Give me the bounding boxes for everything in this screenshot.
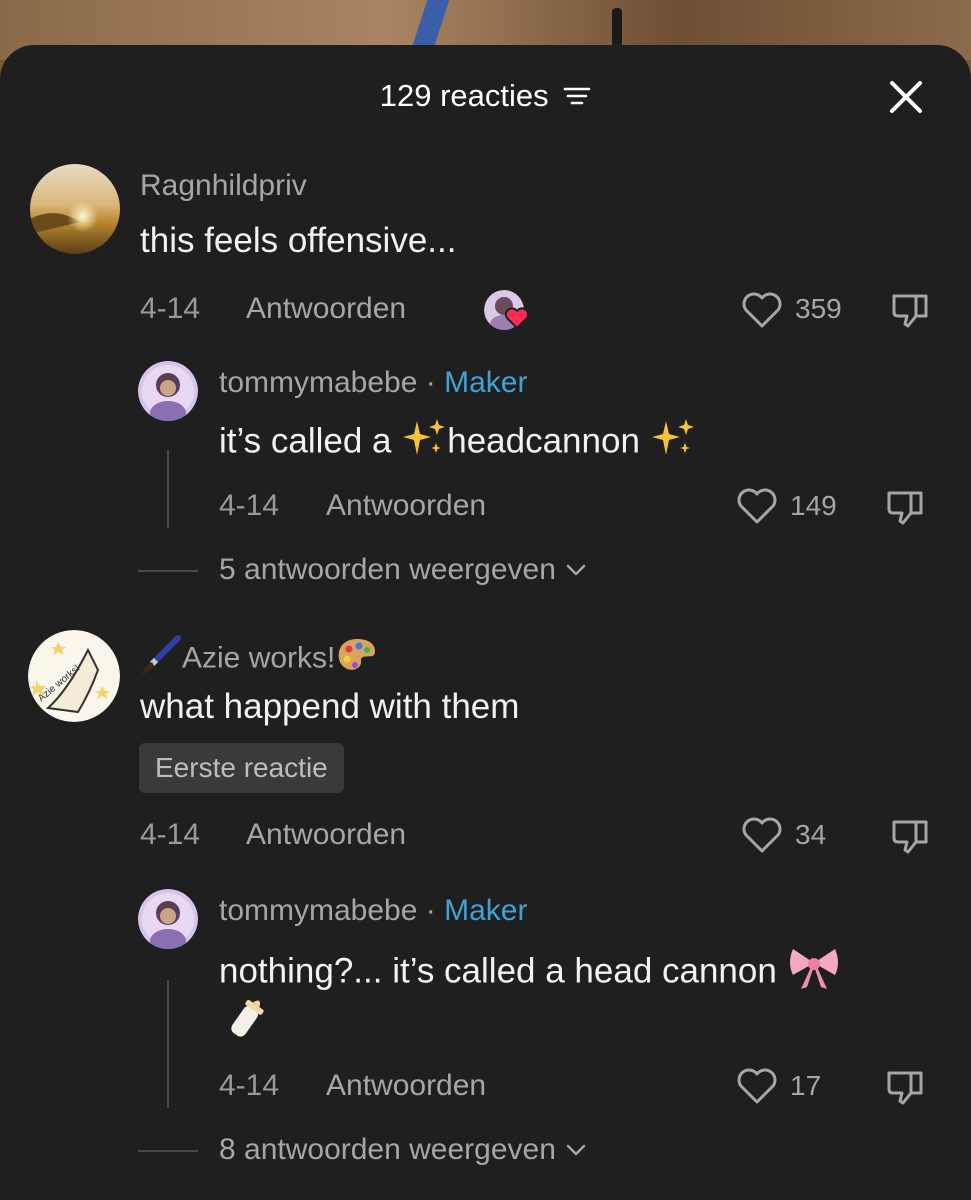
reply-username-name[interactable]: tommymabebe: [219, 366, 417, 399]
dislike-icon[interactable]: [883, 485, 927, 534]
chevron-down-icon: [564, 553, 588, 589]
comment-username[interactable]: Ragnhildpriv: [140, 168, 307, 204]
reply-button[interactable]: Antwoorden: [246, 817, 406, 853]
reply-username[interactable]: tommymabebe · Maker: [219, 893, 527, 929]
view-replies-button[interactable]: 5 antwoorden weergeven: [219, 552, 588, 589]
like-count: 149: [790, 490, 837, 521]
view-replies-label: 8 antwoorden weergeven: [219, 1133, 556, 1166]
comment-text: what happend with them: [140, 687, 520, 726]
avatar[interactable]: [138, 889, 198, 949]
view-replies-line: [138, 570, 198, 572]
comment-username-name[interactable]: Azie works!: [182, 641, 335, 674]
heart-icon[interactable]: [740, 290, 784, 335]
separator-dot: ·: [417, 894, 445, 927]
comment-date: 4-14: [140, 818, 201, 851]
like-count: 34: [795, 819, 827, 850]
thread-line: [167, 450, 169, 528]
reply-username[interactable]: tommymabebe · Maker: [219, 365, 527, 401]
view-replies-line: [138, 1150, 198, 1152]
separator-dot: ·: [417, 366, 445, 399]
comment-text: this feels offensive...: [140, 221, 457, 260]
reply-text-part: headcannon: [447, 421, 640, 461]
close-icon[interactable]: [886, 77, 926, 117]
creator-heart-icon: [504, 306, 530, 335]
video-background-detail: [612, 8, 622, 48]
bow-icon: [787, 945, 841, 1001]
dislike-icon[interactable]: [888, 288, 932, 337]
reply-date: 4-14: [219, 489, 280, 522]
like-count: 17: [790, 1070, 822, 1101]
sparkles-icon: [401, 417, 447, 469]
comment-date: 4-14: [140, 292, 201, 325]
comments-sheet: [0, 45, 971, 1200]
heart-icon[interactable]: [740, 815, 784, 860]
reply-button[interactable]: Antwoorden: [326, 1068, 486, 1104]
heart-icon[interactable]: [735, 486, 779, 531]
reply-text-part: it’s called a: [219, 421, 402, 461]
sparkles-icon: [650, 417, 696, 469]
reply-text: it’s called a headcannon: [219, 417, 696, 469]
view-replies-label: 5 antwoorden weergeven: [219, 553, 556, 586]
thread-line: [167, 980, 169, 1108]
filter-icon[interactable]: [563, 80, 591, 116]
comments-header[interactable]: 129 reacties: [0, 78, 971, 116]
avatar[interactable]: Azie works!: [28, 630, 120, 722]
comment-username[interactable]: Azie works!: [140, 634, 379, 685]
reply-text-line: nothing?... it’s called a head cannon: [219, 951, 777, 991]
view-replies-button[interactable]: 8 antwoorden weergeven: [219, 1132, 588, 1169]
palette-icon: [335, 635, 379, 684]
reply-text: nothing?... it’s called a head cannon: [219, 945, 841, 1001]
avatar[interactable]: [138, 361, 198, 421]
dislike-icon[interactable]: [883, 1065, 927, 1114]
baby-bottle-icon: [222, 992, 272, 1049]
creator-badge: Maker: [444, 366, 528, 399]
heart-icon[interactable]: [735, 1066, 779, 1111]
reply-button[interactable]: Antwoorden: [246, 291, 406, 327]
dislike-icon[interactable]: [888, 814, 932, 863]
reply-username-name[interactable]: tommymabebe: [219, 894, 417, 927]
creator-badge: Maker: [444, 894, 528, 927]
reply-button[interactable]: Antwoorden: [326, 488, 486, 524]
comment-count: 129 reacties: [379, 78, 549, 113]
avatar[interactable]: [30, 164, 120, 254]
first-comment-badge: Eerste reactie: [139, 743, 344, 793]
reply-date: 4-14: [219, 1069, 280, 1102]
chevron-down-icon: [564, 1133, 588, 1169]
like-count: 359: [795, 293, 842, 324]
paintbrush-icon: [140, 634, 182, 685]
